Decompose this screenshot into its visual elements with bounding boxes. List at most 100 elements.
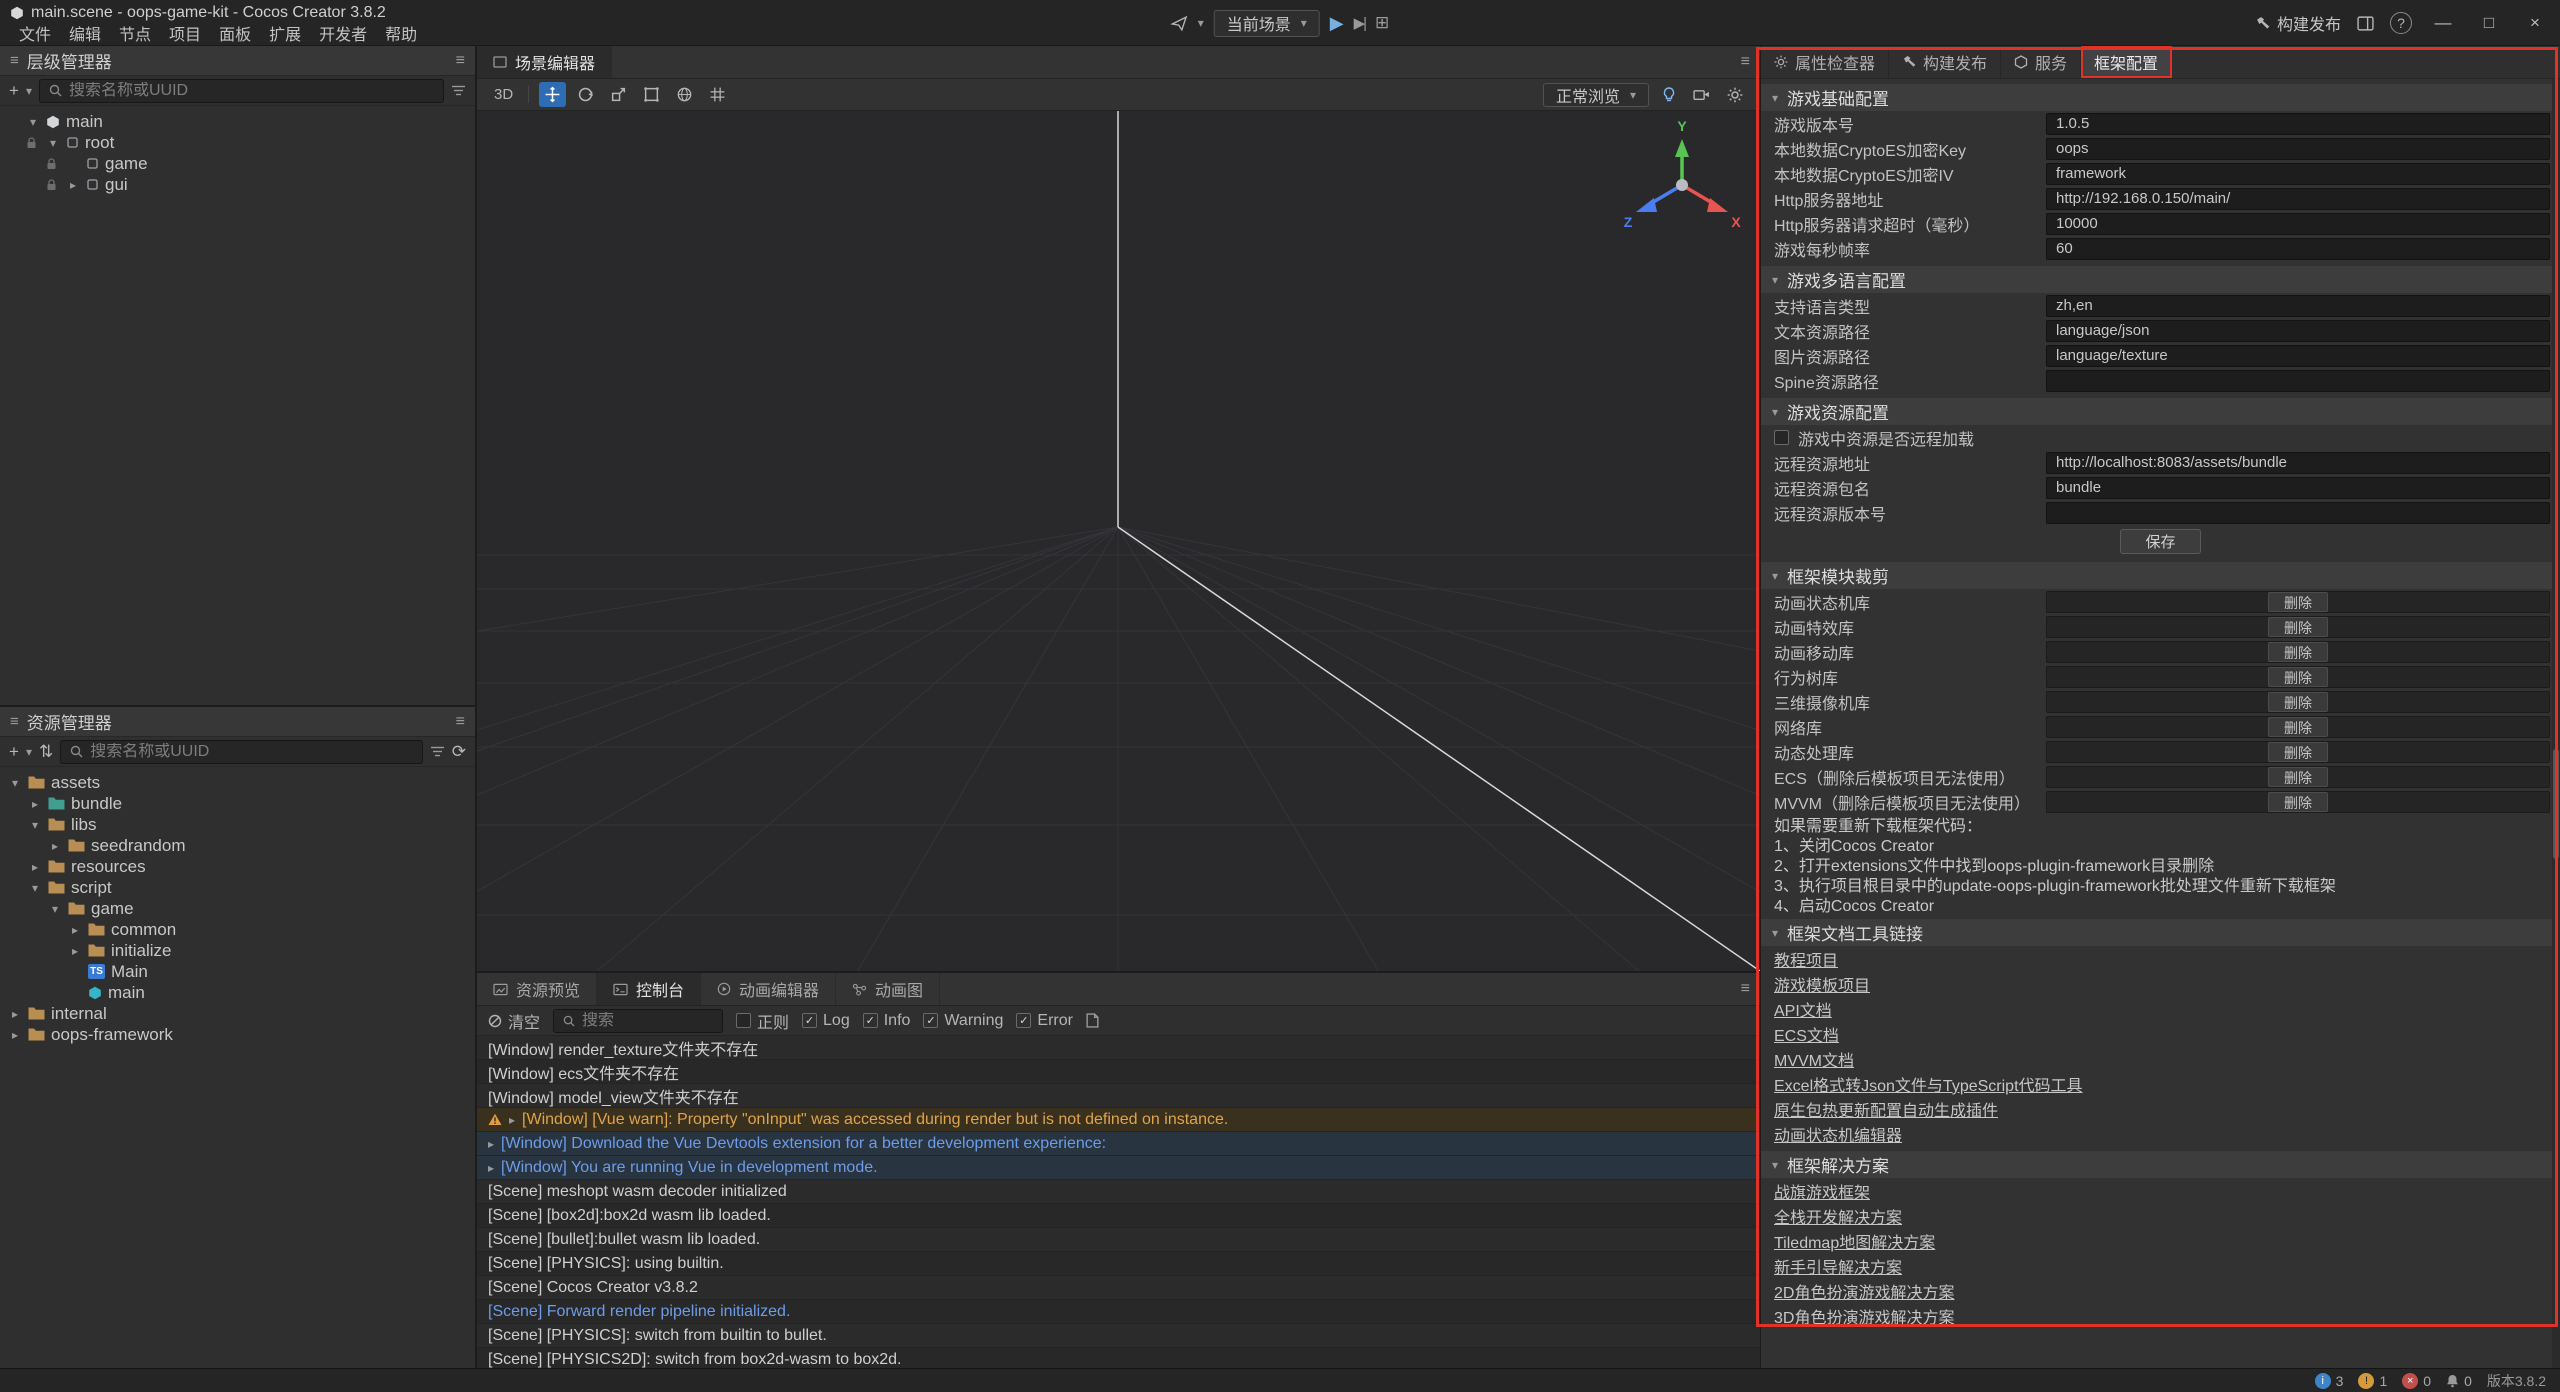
scene-viewport[interactable]: Y X Z bbox=[477, 111, 1760, 971]
tree-row-internal[interactable]: ▸internal bbox=[0, 1003, 475, 1024]
console-search-input[interactable] bbox=[582, 1012, 713, 1030]
log-row-3[interactable]: [Window] model_view文件夹不存在 bbox=[477, 1084, 1760, 1108]
assets-filter-icon[interactable] bbox=[430, 745, 445, 758]
scene-select[interactable]: 当前场景 ▾ bbox=[1214, 10, 1320, 37]
field-input-远程资源地址[interactable] bbox=[2046, 452, 2550, 474]
delete-button[interactable]: 删除 bbox=[2268, 742, 2328, 762]
link-游戏模板项目[interactable]: 游戏模板项目 bbox=[1774, 972, 1870, 996]
chevron-right-icon[interactable]: ▸ bbox=[68, 923, 82, 937]
preview-target-icon[interactable] bbox=[1171, 15, 1188, 32]
delete-button[interactable]: 删除 bbox=[2268, 767, 2328, 787]
field-input-支持语言类型[interactable] bbox=[2046, 295, 2550, 317]
console-warning-count[interactable]: ! 1 bbox=[2358, 1373, 2387, 1389]
filter-error[interactable]: ✓Error bbox=[1016, 1012, 1073, 1030]
assets-menu-icon[interactable]: ≡ bbox=[456, 713, 465, 731]
layout-grid-icon[interactable]: ⊞ bbox=[1375, 13, 1389, 33]
tree-row-common[interactable]: ▸common bbox=[0, 919, 475, 940]
scale-tool-button[interactable] bbox=[605, 82, 632, 107]
field-input-本地数据CryptoES加密IV[interactable] bbox=[2046, 163, 2550, 185]
regex-toggle[interactable]: 正则 bbox=[736, 1009, 789, 1033]
section-header-3[interactable]: ▾游戏资源配置 bbox=[1761, 398, 2560, 425]
tree-row-libs[interactable]: ▾libs bbox=[0, 814, 475, 835]
add-asset-caret-icon[interactable]: ▾ bbox=[26, 745, 32, 759]
light-toggle-button[interactable] bbox=[1655, 82, 1682, 107]
snap-tool-button[interactable] bbox=[704, 82, 731, 107]
delete-button[interactable]: 删除 bbox=[2268, 642, 2328, 662]
tab-scene-editor[interactable]: 场景编辑器 bbox=[477, 46, 612, 78]
tab-动画编辑器[interactable]: 动画编辑器 bbox=[701, 973, 836, 1005]
chevron-down-icon[interactable]: ▾ bbox=[26, 115, 40, 129]
link-Excel格式转Json文件与TypeScript代码工具[interactable]: Excel格式转Json文件与TypeScript代码工具 bbox=[1774, 1072, 2083, 1096]
console-menu-icon[interactable]: ≡ bbox=[1741, 973, 1760, 1005]
save-button[interactable]: 保存 bbox=[2120, 529, 2200, 554]
tree-row-resources[interactable]: ▸resources bbox=[0, 856, 475, 877]
hierarchy-filter-icon[interactable] bbox=[451, 84, 466, 97]
hierarchy-search-input[interactable] bbox=[69, 82, 434, 100]
field-input-Http服务器请求超时（毫秒）[interactable] bbox=[2046, 213, 2550, 235]
close-button[interactable]: × bbox=[2520, 8, 2550, 38]
tree-row-main[interactable]: ▾main bbox=[0, 111, 475, 132]
chevron-down-icon[interactable]: ▾ bbox=[46, 136, 60, 150]
log-row-11[interactable]: [Scene] Cocos Creator v3.8.2 bbox=[477, 1276, 1760, 1300]
field-input-游戏版本号[interactable] bbox=[2046, 113, 2550, 135]
chevron-down-icon[interactable]: ▾ bbox=[28, 818, 42, 832]
rotate-tool-button[interactable] bbox=[572, 82, 599, 107]
menu-item-6[interactable]: 扩展 bbox=[260, 21, 310, 45]
chevron-right-icon[interactable]: ▸ bbox=[28, 797, 42, 811]
log-row-6[interactable]: ▸[Window] You are running Vue in develop… bbox=[477, 1156, 1760, 1180]
delete-button[interactable]: 删除 bbox=[2268, 617, 2328, 637]
tab-框架配置[interactable]: 框架配置 bbox=[2081, 46, 2172, 78]
menu-item-8[interactable]: 帮助 bbox=[376, 21, 426, 45]
tree-row-oops-framework[interactable]: ▸oops-framework bbox=[0, 1024, 475, 1045]
tree-row-script[interactable]: ▾script bbox=[0, 877, 475, 898]
link-新手引导解决方案[interactable]: 新手引导解决方案 bbox=[1774, 1254, 1902, 1278]
refresh-icon[interactable]: ⟳ bbox=[452, 742, 466, 762]
chevron-right-icon[interactable]: ▸ bbox=[488, 1161, 494, 1175]
log-row-12[interactable]: [Scene] Forward render pipeline initiali… bbox=[477, 1300, 1760, 1324]
menu-item-4[interactable]: 项目 bbox=[160, 21, 210, 45]
notification-bell[interactable]: 0 bbox=[2446, 1373, 2472, 1389]
assets-search[interactable] bbox=[60, 740, 423, 764]
delete-button[interactable]: 删除 bbox=[2268, 692, 2328, 712]
section-header-4[interactable]: ▾框架模块裁剪 bbox=[1761, 562, 2560, 589]
delete-button[interactable]: 删除 bbox=[2268, 717, 2328, 737]
tab-服务[interactable]: 服务 bbox=[2001, 46, 2081, 78]
section-header-5[interactable]: ▾框架文档工具链接 bbox=[1761, 919, 2560, 946]
filter-log[interactable]: ✓Log bbox=[802, 1012, 850, 1030]
tree-row-root[interactable]: ▾root bbox=[0, 132, 475, 153]
tab-构建发布[interactable]: 构建发布 bbox=[1889, 46, 2001, 78]
translate-tool-button[interactable] bbox=[539, 82, 566, 107]
chevron-right-icon[interactable]: ▸ bbox=[509, 1113, 515, 1127]
log-row-10[interactable]: [Scene] [PHYSICS]: using builtin. bbox=[477, 1252, 1760, 1276]
link-教程项目[interactable]: 教程项目 bbox=[1774, 947, 1838, 971]
delete-button[interactable]: 删除 bbox=[2268, 792, 2328, 812]
log-row-9[interactable]: [Scene] [bullet]:bullet wasm lib loaded. bbox=[477, 1228, 1760, 1252]
tree-row-assets[interactable]: ▾assets bbox=[0, 772, 475, 793]
menu-item-7[interactable]: 开发者 bbox=[310, 21, 376, 45]
clear-console-button[interactable]: 清空 bbox=[488, 1009, 540, 1033]
field-input-Spine资源路径[interactable] bbox=[2046, 370, 2550, 392]
rect-tool-button[interactable] bbox=[638, 82, 665, 107]
tree-row-gui[interactable]: ▸gui bbox=[0, 174, 475, 195]
menu-item-5[interactable]: 面板 bbox=[210, 21, 260, 45]
minimize-button[interactable]: — bbox=[2428, 8, 2458, 38]
log-row-2[interactable]: [Window] ecs文件夹不存在 bbox=[477, 1060, 1760, 1084]
field-input-远程资源包名[interactable] bbox=[2046, 477, 2550, 499]
chevron-right-icon[interactable]: ▸ bbox=[488, 1137, 494, 1151]
chevron-right-icon[interactable]: ▸ bbox=[66, 178, 80, 192]
section-header-1[interactable]: ▾游戏基础配置 bbox=[1761, 84, 2560, 111]
remote-load-checkbox[interactable] bbox=[1774, 430, 1789, 445]
tab-动画图[interactable]: 动画图 bbox=[836, 973, 940, 1005]
filter-info[interactable]: ✓Info bbox=[863, 1012, 911, 1030]
tree-row-seedrandom[interactable]: ▸seedrandom bbox=[0, 835, 475, 856]
play-button[interactable]: ▶ bbox=[1330, 13, 1344, 34]
hierarchy-menu-icon[interactable]: ≡ bbox=[456, 52, 465, 70]
section-header-2[interactable]: ▾游戏多语言配置 bbox=[1761, 266, 2560, 293]
menu-item-2[interactable]: 编辑 bbox=[60, 21, 110, 45]
tab-属性检查器[interactable]: 属性检查器 bbox=[1761, 46, 1889, 78]
tree-row-initialize[interactable]: ▸initialize bbox=[0, 940, 475, 961]
tree-row-main[interactable]: main bbox=[0, 982, 475, 1003]
step-button[interactable]: ▶| bbox=[1354, 14, 1365, 32]
console-search[interactable] bbox=[553, 1009, 723, 1033]
maximize-button[interactable]: □ bbox=[2474, 8, 2504, 38]
